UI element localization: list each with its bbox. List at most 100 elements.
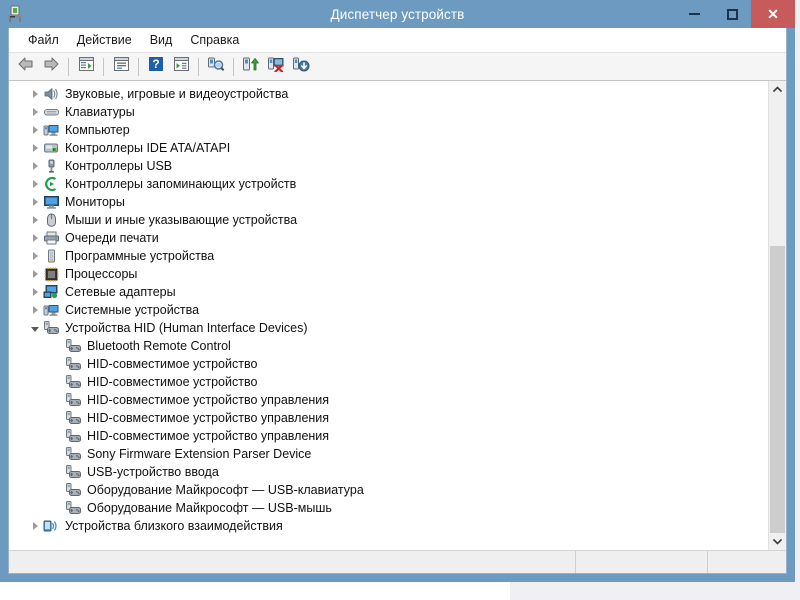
chevron-right-icon[interactable] — [27, 193, 43, 211]
tree-row[interactable]: Компьютер — [9, 121, 768, 139]
hid-device-icon — [65, 446, 82, 462]
tree-row[interactable]: Очереди печати — [9, 229, 768, 247]
forward-arrow-icon — [42, 56, 60, 77]
help-button[interactable]: ? — [144, 55, 168, 78]
menu-view[interactable]: Вид — [141, 31, 182, 49]
maximize-button[interactable] — [713, 0, 751, 28]
tree-row[interactable]: Сетевые адаптеры — [9, 283, 768, 301]
forward-button[interactable] — [39, 55, 63, 78]
chevron-right-icon[interactable] — [27, 301, 43, 319]
tree-row-label: Программные устройства — [65, 249, 215, 263]
scrollbar-thumb[interactable] — [770, 245, 785, 533]
minimize-button[interactable] — [675, 0, 713, 28]
hid-device-icon — [65, 464, 82, 480]
chevron-right-icon[interactable] — [27, 247, 43, 265]
menu-help[interactable]: Справка — [181, 31, 248, 49]
status-bar — [9, 550, 786, 573]
device-tree[interactable]: Звуковые, игровые и видеоустройства Клави… — [9, 81, 768, 550]
tree-row-label: Оборудование Майкрософт — USB-клавиатура — [87, 483, 364, 497]
hid-device-icon — [43, 320, 60, 336]
minimize-icon — [688, 13, 700, 15]
computer-icon — [43, 122, 60, 138]
tree-row[interactable]: Оборудование Майкрософт — USB-клавиатура — [9, 481, 768, 499]
hid-device-icon — [65, 374, 82, 390]
chevron-right-icon[interactable] — [27, 175, 43, 193]
tree-row-label: Bluetooth Remote Control — [87, 339, 231, 353]
tree-row[interactable]: HID-совместимое устройство управления — [9, 427, 768, 445]
tree-row[interactable]: Контроллеры USB — [9, 157, 768, 175]
nfc-device-icon — [43, 518, 60, 534]
disable-device-button[interactable] — [289, 55, 313, 78]
chevron-down-icon[interactable] — [27, 319, 43, 337]
tree-row[interactable]: HID-совместимое устройство управления — [9, 391, 768, 409]
vertical-scrollbar[interactable] — [768, 81, 786, 550]
chevron-right-icon[interactable] — [27, 85, 43, 103]
network-adapter-icon — [43, 284, 60, 300]
monitor-icon — [43, 194, 60, 210]
chevron-right-icon[interactable] — [27, 157, 43, 175]
scroll-up-button[interactable] — [769, 81, 786, 98]
chevron-right-icon[interactable] — [27, 517, 43, 535]
scroll-down-button[interactable] — [769, 533, 786, 550]
maximize-icon — [726, 8, 738, 20]
back-button[interactable] — [14, 55, 38, 78]
scan-hardware-changes-icon — [207, 56, 225, 77]
tree-row[interactable]: HID-совместимое устройство — [9, 373, 768, 391]
tree-row[interactable]: HID-совместимое устройство управления — [9, 409, 768, 427]
status-cell-main — [9, 551, 576, 573]
scan-hardware-changes-button[interactable] — [204, 55, 228, 78]
tree-row[interactable]: Контроллеры IDE ATA/ATAPI — [9, 139, 768, 157]
tree-row[interactable]: Системные устройства — [9, 301, 768, 319]
tree-row[interactable]: Устройства HID (Human Interface Devices) — [9, 319, 768, 337]
view-list-button[interactable] — [169, 55, 193, 78]
storage-controller-icon — [43, 176, 60, 192]
tree-row[interactable]: Устройства близкого взаимодействия — [9, 517, 768, 535]
toolbar-separator — [198, 57, 199, 76]
chevron-right-icon[interactable] — [27, 121, 43, 139]
tree-row[interactable]: Мониторы — [9, 193, 768, 211]
update-driver-button[interactable] — [239, 55, 263, 78]
tree-row[interactable]: Bluetooth Remote Control — [9, 337, 768, 355]
tree-row[interactable]: USB-устройство ввода — [9, 463, 768, 481]
show-hide-console-tree-button[interactable] — [74, 55, 98, 78]
tree-row[interactable]: HID-совместимое устройство — [9, 355, 768, 373]
hid-device-icon — [65, 410, 82, 426]
tree-row[interactable]: Мыши и иные указывающие устройства — [9, 211, 768, 229]
tree-row-label: Звуковые, игровые и видеоустройства — [65, 87, 289, 101]
view-list-icon — [173, 56, 190, 77]
status-cell-second — [576, 551, 708, 573]
processor-icon — [43, 266, 60, 282]
tree-row-label: Системные устройства — [65, 303, 200, 317]
menu-action[interactable]: Действие — [68, 31, 141, 49]
chevron-right-icon[interactable] — [27, 265, 43, 283]
chevron-right-icon[interactable] — [27, 103, 43, 121]
chevron-right-icon[interactable] — [27, 139, 43, 157]
tree-row[interactable]: Процессоры — [9, 265, 768, 283]
chevron-right-icon[interactable] — [27, 211, 43, 229]
close-button[interactable]: ✕ — [751, 0, 795, 28]
status-cell-third — [708, 551, 786, 573]
chevron-right-icon[interactable] — [27, 229, 43, 247]
chevron-right-icon[interactable] — [27, 283, 43, 301]
tree-row-label: Сетевые адаптеры — [65, 285, 176, 299]
tree-row[interactable]: Оборудование Майкрософт — USB-мышь — [9, 499, 768, 517]
tree-row[interactable]: Клавиатуры — [9, 103, 768, 121]
keyboard-icon — [43, 104, 60, 120]
tree-row[interactable]: Контроллеры запоминающих устройств — [9, 175, 768, 193]
tree-row-label: Мониторы — [65, 195, 125, 209]
tree-row[interactable]: Sony Firmware Extension Parser Device — [9, 445, 768, 463]
tree-row[interactable]: Программные устройства — [9, 247, 768, 265]
window-titlebar[interactable]: Диспетчер устройств ✕ — [0, 0, 795, 28]
uninstall-device-button[interactable] — [264, 55, 288, 78]
menu-file[interactable]: Файл — [19, 31, 68, 49]
toolbar-separator — [138, 57, 139, 76]
sound-video-game-icon — [43, 86, 60, 102]
tree-row[interactable]: Звуковые, игровые и видеоустройства — [9, 85, 768, 103]
uninstall-device-icon — [267, 56, 285, 77]
tree-row-label: Контроллеры USB — [65, 159, 173, 173]
properties-button[interactable] — [109, 55, 133, 78]
